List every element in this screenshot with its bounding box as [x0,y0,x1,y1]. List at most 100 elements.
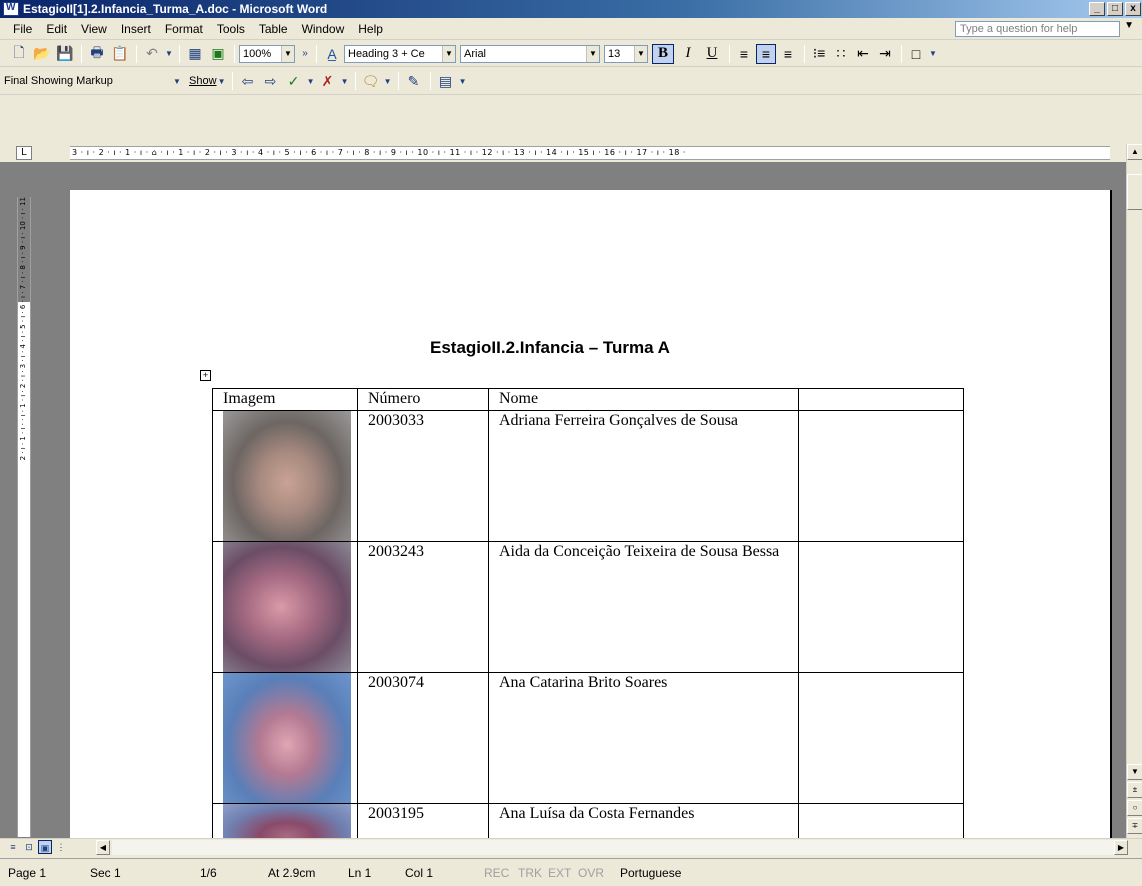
align-right-icon[interactable]: ≡ [778,44,798,64]
toolbar-options-icon[interactable]: ▼ [458,71,468,91]
photo-cell[interactable] [212,672,358,804]
header-nome[interactable]: Nome [488,388,799,411]
photo-cell[interactable] [212,410,358,542]
numero-cell[interactable]: 2003033 [357,410,489,542]
empty-cell[interactable] [798,541,964,673]
numbering-icon[interactable]: ⁝≡ [809,44,829,64]
empty-cell[interactable] [798,410,964,542]
document-page[interactable]: EstagioII.2.Infancia – Turma A + Imagem … [70,190,1112,851]
align-center-icon[interactable]: ≡ [756,43,776,64]
status-ovr[interactable]: OVR [578,866,604,880]
style-select[interactable]: Heading 3 + Ce ▼ [344,44,456,63]
undo-icon[interactable]: ↶ [141,44,163,64]
nome-cell[interactable]: Ana Catarina Brito Soares [488,672,799,804]
borders-dropdown-icon[interactable]: ▼ [928,44,938,64]
nome-cell[interactable]: Aida da Conceição Teixeira de Sousa Bess… [488,541,799,673]
track-changes-icon[interactable]: ✎ [403,71,425,91]
header-empty[interactable] [798,388,964,411]
header-numero[interactable]: Número [357,388,489,411]
numero-cell[interactable]: 2003074 [357,672,489,804]
scroll-down-icon[interactable]: ▼ [1127,764,1142,780]
student-photo [223,411,351,541]
horizontal-ruler-row: L 3 · ı · 2 · ı · 1 · ı · ⌂ · ı · 1 · ı … [0,144,1142,162]
menu-edit[interactable]: Edit [39,22,74,36]
restore-button[interactable]: □ [1107,2,1123,16]
horizontal-ruler[interactable]: 3 · ı · 2 · ı · 1 · ı · ⌂ · ı · 1 · ı · … [70,146,1110,160]
menu-view[interactable]: View [74,22,114,36]
underline-button[interactable]: U [701,44,723,64]
print-layout-view-icon[interactable]: ▣ [38,840,52,854]
chevron-down-icon[interactable]: ▼ [340,71,350,91]
photo-cell[interactable] [212,541,358,673]
table-move-handle-icon[interactable]: + [200,370,211,381]
decrease-indent-icon[interactable]: ⇤ [853,44,873,64]
outline-view-icon[interactable]: ⋮ [54,840,68,854]
show-menu-button[interactable]: Show [189,75,217,87]
status-rec[interactable]: REC [484,866,509,880]
chevron-down-icon[interactable]: ▼ [217,71,227,91]
font-size-select[interactable]: 13 ▼ [604,44,648,63]
next-change-icon[interactable]: ⇨ [260,71,282,91]
status-ext[interactable]: EXT [548,866,571,880]
chevron-down-icon[interactable]: ▼ [172,71,182,91]
open-folder-icon[interactable]: 📂 [31,44,53,64]
toolbar-options-icon[interactable]: » [299,44,311,64]
reviewing-pane-icon[interactable]: ▤ [435,71,457,91]
horizontal-scroll-track[interactable] [112,840,1114,855]
select-browse-object-icon[interactable]: ○ [1127,800,1142,816]
menu-insert[interactable]: Insert [114,22,158,36]
vertical-ruler[interactable]: 2 · ı · 1 · ı · · ı · 1 · ı · 2 · ı · 3 … [17,197,31,837]
zoom-select[interactable]: 100% ▼ [239,44,295,63]
bold-button[interactable]: B [652,43,674,64]
bullets-icon[interactable]: ∷ [831,44,851,64]
font-select[interactable]: Arial ▼ [460,44,600,63]
toolbar-separator [81,44,82,63]
align-left-icon[interactable]: ≡ [734,44,754,64]
display-mode-label[interactable]: Final Showing Markup [4,75,172,87]
close-button[interactable]: x [1125,2,1141,16]
scroll-up-icon[interactable]: ▲ [1127,144,1142,160]
vertical-scrollbar[interactable]: ▲ ▼ ± ○ ∓ [1126,144,1142,838]
menu-tools[interactable]: Tools [210,22,252,36]
previous-page-icon[interactable]: ± [1127,782,1142,798]
accept-change-icon[interactable]: ✓ [283,71,305,91]
increase-indent-icon[interactable]: ⇥ [875,44,895,64]
insert-table-icon[interactable]: ▦ [184,44,206,64]
web-layout-view-icon[interactable]: ⊡ [22,840,36,854]
minimize-button[interactable]: _ [1089,2,1105,16]
borders-icon[interactable]: □ [906,44,926,64]
menu-window[interactable]: Window [295,22,352,36]
excel-worksheet-icon[interactable]: ▣ [207,44,229,64]
word-app-icon[interactable] [3,2,19,16]
reject-change-icon[interactable]: ✗ [317,71,339,91]
tab-selector-icon[interactable]: L [16,146,32,160]
numero-cell[interactable]: 2003243 [357,541,489,673]
chevron-down-icon[interactable]: ▼ [306,71,316,91]
status-trk[interactable]: TRK [518,866,542,880]
insert-comment-icon[interactable]: 🗨 [360,71,382,91]
nome-cell[interactable]: Adriana Ferreira Gonçalves de Sousa [488,410,799,542]
normal-view-icon[interactable]: ≡ [6,840,20,854]
styles-formatting-icon[interactable]: A̲ [321,44,343,64]
save-icon[interactable]: 💾 [54,44,76,64]
menu-format[interactable]: Format [158,22,210,36]
scroll-left-icon[interactable]: ◀ [96,840,110,855]
menu-table[interactable]: Table [252,22,295,36]
previous-change-icon[interactable]: ⇦ [237,71,259,91]
empty-cell[interactable] [798,672,964,804]
scroll-right-icon[interactable]: ▶ [1114,840,1128,855]
new-document-icon[interactable]: 🗋 [8,44,30,64]
header-imagem[interactable]: Imagem [212,388,358,411]
help-search-input[interactable]: Type a question for help [955,21,1120,37]
print-icon[interactable]: 🖶 [86,44,108,64]
menu-help[interactable]: Help [351,22,390,36]
paste-icon[interactable]: 📋 [109,44,131,64]
chevron-down-icon[interactable]: ▼ [383,71,393,91]
italic-button[interactable]: I [677,44,699,64]
menu-file[interactable]: File [6,22,39,36]
next-page-icon[interactable]: ∓ [1127,818,1142,834]
undo-dropdown-icon[interactable]: ▼ [164,44,174,64]
help-dropdown-icon[interactable]: ▼ [1124,20,1134,31]
scroll-thumb[interactable] [1127,174,1142,210]
status-language[interactable]: Portuguese [620,866,681,880]
